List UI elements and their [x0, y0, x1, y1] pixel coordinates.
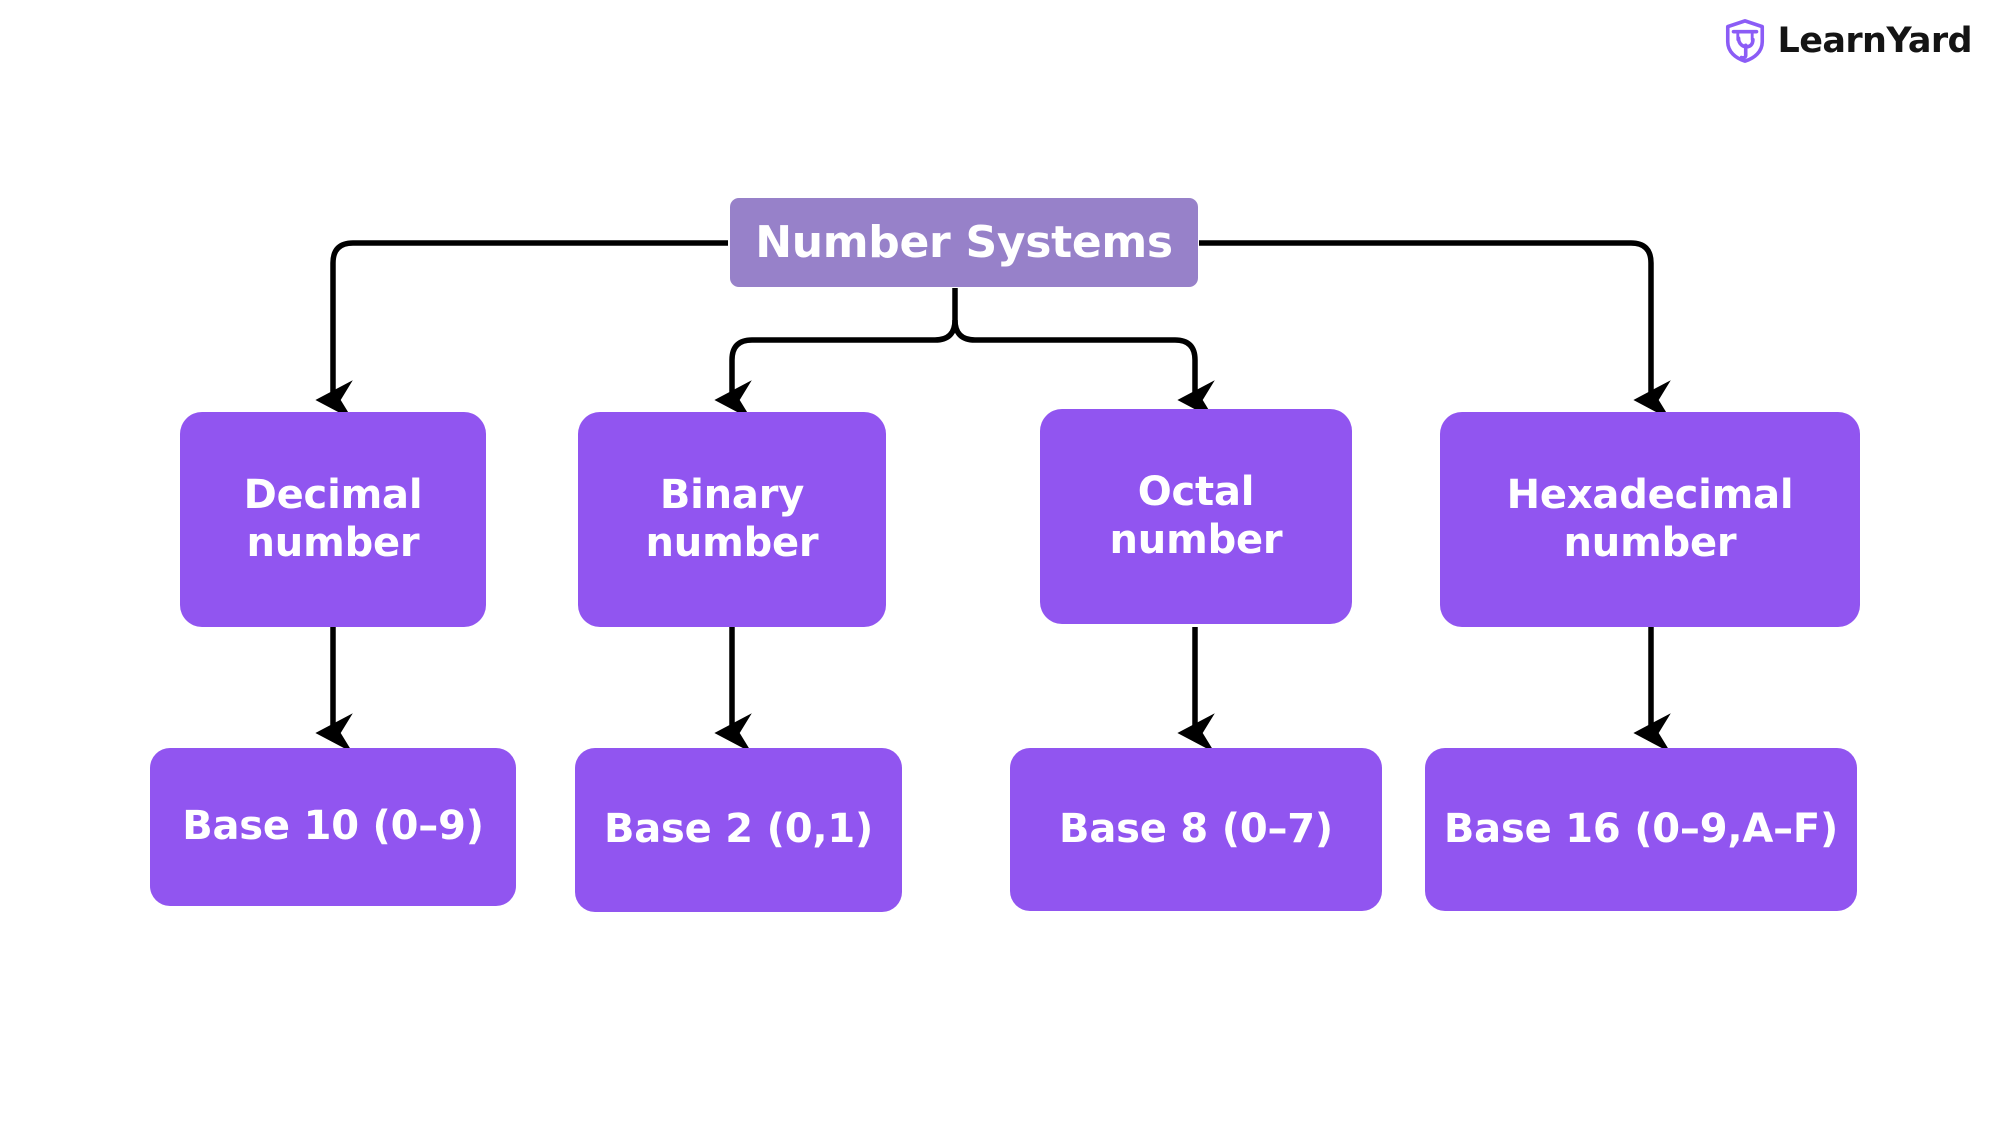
node-decimal-number[interactable]: Decimal number: [180, 412, 486, 627]
node-label: Number Systems: [755, 216, 1173, 268]
shield-y-logo-icon: [1725, 19, 1764, 63]
brand-name: LearnYard: [1777, 20, 1973, 61]
node-base-10[interactable]: Base 10 (0–9): [150, 748, 516, 906]
node-label: Base 2 (0,1): [603, 806, 874, 853]
node-label: Base 16 (0–9,A–F): [1443, 805, 1839, 852]
node-label: Base 10 (0–9): [182, 803, 484, 850]
node-octal-number[interactable]: Octal number: [1040, 409, 1352, 624]
node-binary-number[interactable]: Binary number: [578, 412, 886, 627]
node-base-2[interactable]: Base 2 (0,1): [575, 748, 902, 912]
edge-root-to-hexadecimal: [1199, 240, 1671, 420]
learnyard-logo: LearnYard: [1722, 18, 1973, 64]
edge-root-to-octal: [952, 319, 1215, 420]
node-label: Hexadecimal number: [1506, 472, 1794, 566]
node-base-8[interactable]: Base 8 (0–7): [1010, 748, 1382, 911]
node-number-systems[interactable]: Number Systems: [730, 198, 1198, 287]
node-label: Binary number: [645, 472, 819, 566]
node-label: Octal number: [1109, 469, 1283, 563]
edge-root-to-decimal: [315, 240, 728, 420]
node-base-16[interactable]: Base 16 (0–9,A–F): [1425, 748, 1857, 911]
diagram-canvas: LearnYard Number Systems Decimal number …: [0, 0, 2000, 1125]
edge-root-to-binary: [714, 319, 958, 420]
node-label: Decimal number: [243, 472, 423, 566]
node-hexadecimal-number[interactable]: Hexadecimal number: [1440, 412, 1860, 627]
node-label: Base 8 (0–7): [1059, 805, 1333, 852]
